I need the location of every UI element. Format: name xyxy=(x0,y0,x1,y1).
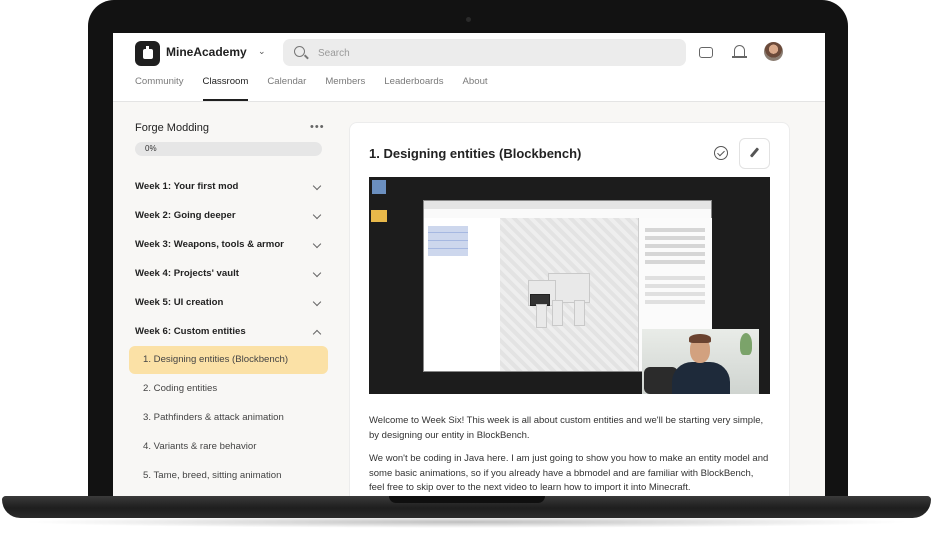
edit-button[interactable] xyxy=(739,138,770,169)
pencil-icon xyxy=(749,147,760,158)
nav-tabs: Community Classroom Calendar Members Lea… xyxy=(135,76,507,101)
chevron-down-icon xyxy=(312,297,322,307)
laptop-notch xyxy=(389,496,545,503)
tab-calendar[interactable]: Calendar xyxy=(267,76,306,101)
logo-icon[interactable] xyxy=(135,41,160,66)
tab-classroom[interactable]: Classroom xyxy=(202,76,248,101)
chevron-up-icon xyxy=(312,329,322,339)
week-label: Week 6: Custom entities xyxy=(135,326,246,337)
camera xyxy=(466,17,471,22)
progress-bar: 0% xyxy=(135,142,322,156)
course-title: Forge Modding xyxy=(135,122,209,134)
lesson-card: 1. Designing entities (Blockbench) Welco… xyxy=(349,122,790,496)
week-label: Week 4: Projects' vault xyxy=(135,268,239,279)
week-item[interactable]: Week 6: Custom entities xyxy=(135,323,322,343)
week-label: Week 1: Your first mod xyxy=(135,181,239,192)
search-icon xyxy=(294,46,305,57)
week-item[interactable]: Week 1: Your first mod xyxy=(135,178,322,198)
week-item[interactable]: Week 4: Projects' vault xyxy=(135,265,322,285)
lesson-label: 2. Coding entities xyxy=(143,383,218,394)
avatar[interactable] xyxy=(764,42,783,61)
lesson-item[interactable]: 2. Coding entities xyxy=(129,375,328,403)
tab-community[interactable]: Community xyxy=(135,76,184,101)
folder-icon xyxy=(371,210,387,222)
week-item[interactable]: Week 5: UI creation xyxy=(135,294,322,314)
chat-icon[interactable] xyxy=(699,47,713,58)
lesson-title: 1. Designing entities (Blockbench) xyxy=(369,146,582,161)
lesson-item-active[interactable]: 1. Designing entities (Blockbench) xyxy=(129,346,328,374)
lesson-label: 1. Designing entities (Blockbench) xyxy=(143,354,289,365)
search-bar[interactable] xyxy=(283,39,686,66)
week-item[interactable]: Week 3: Weapons, tools & armor xyxy=(135,236,322,256)
chevron-down-icon xyxy=(312,181,322,191)
more-icon[interactable]: ••• xyxy=(310,121,325,133)
lesson-item[interactable]: 4. Variants & rare behavior xyxy=(129,433,328,461)
progress-label: 0% xyxy=(145,144,157,153)
lesson-paragraph: We won't be coding in Java here. I am ju… xyxy=(369,453,769,493)
top-bar: MineAcademy ⌄ Community Classroom Calend… xyxy=(113,33,825,102)
app-screen: MineAcademy ⌄ Community Classroom Calend… xyxy=(113,33,825,496)
lesson-paragraph: Welcome to Week Six! This week is all ab… xyxy=(369,415,764,441)
chevron-down-icon[interactable]: ⌄ xyxy=(258,46,266,57)
search-input[interactable] xyxy=(316,44,680,63)
week-label: Week 3: Weapons, tools & armor xyxy=(135,239,284,250)
lesson-label: 4. Variants & rare behavior xyxy=(143,441,257,452)
lesson-item[interactable]: 3. Pathfinders & attack animation xyxy=(129,404,328,432)
bell-icon[interactable] xyxy=(732,45,747,58)
lesson-label: 3. Pathfinders & attack animation xyxy=(143,412,284,423)
video-player[interactable] xyxy=(369,177,770,394)
tab-members[interactable]: Members xyxy=(325,76,365,101)
tab-about[interactable]: About xyxy=(463,76,488,101)
chevron-down-icon xyxy=(312,268,322,278)
chevron-down-icon xyxy=(312,210,322,220)
chevron-down-icon xyxy=(312,239,322,249)
check-circle-icon[interactable] xyxy=(714,146,728,160)
webcam-overlay xyxy=(642,329,759,394)
week-label: Week 2: Going deeper xyxy=(135,210,236,221)
lesson-item[interactable]: 5. Tame, breed, sitting animation xyxy=(129,462,328,490)
week-item[interactable]: Week 2: Going deeper xyxy=(135,207,322,227)
desktop-icon xyxy=(372,180,386,194)
tab-leaderboards[interactable]: Leaderboards xyxy=(384,76,443,101)
week-label: Week 5: UI creation xyxy=(135,297,224,308)
lesson-label: 5. Tame, breed, sitting animation xyxy=(143,470,282,481)
community-name[interactable]: MineAcademy xyxy=(166,45,247,59)
